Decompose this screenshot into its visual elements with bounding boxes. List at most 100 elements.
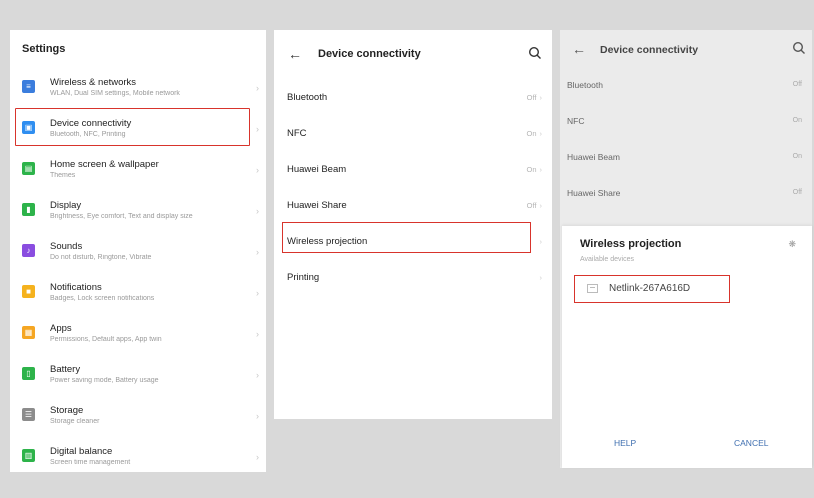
chevron-right-icon: › [256,329,259,339]
settings-item-apps[interactable]: ▦ Apps Permissions, Default apps, App twin… [10,314,266,355]
chevron-right-icon: › [256,288,259,298]
dimmed-item-label: NFC [567,116,585,126]
connectivity-item-status: On › [526,152,542,188]
dimmed-item-status: Off [792,81,802,88]
device-name: Netlink-267A616D [609,283,691,294]
settings-item-display[interactable]: ▮ Display Brightness, Eye comfort, Text an… [10,191,266,232]
connectivity-item-status: › [537,260,543,296]
settings-item-subtitle: Permissions, Default apps, App twin [50,336,162,343]
settings-item-notifications[interactable]: ■ Notifications Badges, Lock screen notifi… [10,273,266,314]
connectivity-item-label: NFC [287,128,307,139]
dimmed-item-huawei-beam: Huawei Beam On [560,142,812,178]
connectivity-item-label: Bluetooth [287,92,328,103]
storage-icon: ☰ [22,408,35,421]
settings-item-subtitle: Power saving mode, Battery usage [50,377,159,384]
settings-item-digital-balance[interactable]: ▥ Digital balance Screen time management › [10,437,266,472]
connectivity-item-nfc[interactable]: NFC On › [274,116,552,152]
chevron-right-icon: › [256,452,259,462]
settings-item-title: Sounds [50,241,83,252]
settings-item-sounds[interactable]: ♪ Sounds Do not disturb, Ringtone, Vibrate… [10,232,266,273]
settings-item-subtitle: Storage cleaner [50,418,100,425]
chevron-right-icon: › [539,93,543,102]
settings-item-title: Notifications [50,282,102,293]
chevron-right-icon: › [256,124,259,134]
display-icon: ▮ [22,203,35,216]
search-icon[interactable] [792,41,806,55]
device-connectivity-screen: ← Device connectivity Bluetooth Off › NFC On… [274,30,552,419]
settings-item-title: Display [50,200,82,211]
chevron-right-icon: › [256,411,259,421]
connectivity-item-label: Huawei Beam [287,164,347,175]
header: ← Device connectivity [560,30,812,70]
wifi-icon: ≡ [22,80,35,93]
connectivity-item-status: Off › [527,80,542,116]
page-title: Device connectivity [318,48,421,60]
connectivity-item-printing[interactable]: Printing › [274,260,552,296]
digital-balance-icon: ▥ [22,449,35,462]
sound-icon: ♪ [22,244,35,257]
dimmed-item-status: Off [792,189,802,196]
status-text: On [526,165,537,174]
settings-item-title: Storage [50,405,84,416]
connectivity-item-status: › [537,224,543,260]
settings-item-title: Battery [50,364,81,375]
chevron-right-icon: › [256,370,259,380]
settings-item-title: Home screen & wallpaper [50,159,159,170]
back-arrow-icon[interactable]: ← [288,46,302,62]
dimmed-item-nfc: NFC On [560,106,812,142]
help-button[interactable]: HELP [614,438,636,448]
chevron-right-icon: › [539,165,543,174]
settings-item-title: Apps [50,323,72,334]
notifications-icon: ■ [22,285,35,298]
header: ← Device connectivity [274,30,552,80]
dimmed-item-bluetooth: Bluetooth Off [560,70,812,106]
connectivity-list: Bluetooth Off › NFC On › Huawei Beam On › Huawei … [274,80,552,296]
dimmed-item-label: Huawei Share [567,188,621,198]
page-title: Device connectivity [600,44,699,56]
status-text: On [526,129,537,138]
status-text: Off [526,201,537,210]
tv-icon [587,284,598,293]
connectivity-item-label: Printing [287,272,320,283]
battery-icon: ▯ [22,367,35,380]
dimmed-item-label: Huawei Beam [567,152,620,162]
apps-icon: ▦ [22,326,35,339]
chevron-right-icon: › [539,273,543,282]
home-screen-icon: ▤ [22,162,35,175]
chevron-right-icon: › [256,206,259,216]
settings-item-subtitle: Badges, Lock screen notifications [50,295,155,302]
settings-item-title: Digital balance [50,446,113,457]
device-item[interactable]: Netlink-267A616D [574,275,730,303]
settings-item-storage[interactable]: ☰ Storage Storage cleaner › [10,396,266,437]
status-text: Off [526,93,537,102]
settings-item-wireless-networks[interactable]: ≡ Wireless & networks WLAN, Dual SIM setti… [10,68,266,109]
chevron-right-icon: › [539,129,543,138]
back-arrow-icon[interactable]: ← [572,41,586,57]
chevron-right-icon: › [256,247,259,257]
connectivity-item-huawei-share[interactable]: Huawei Share Off › [274,188,552,224]
dimmed-item-status: On [792,117,802,124]
settings-item-battery[interactable]: ▯ Battery Power saving mode, Battery usage… [10,355,266,396]
chevron-right-icon: › [539,201,543,210]
cancel-button[interactable]: CANCEL [734,438,768,448]
search-icon[interactable] [528,46,542,60]
dialog-title: Wireless projection [580,238,682,250]
connectivity-item-status: Off › [527,188,542,224]
connectivity-item-label: Huawei Share [287,200,347,211]
highlight-wireless-projection [282,222,531,253]
settings-item-subtitle: Screen time management [50,459,131,466]
highlight-device-connectivity [15,108,250,146]
connectivity-item-bluetooth[interactable]: Bluetooth Off › [274,80,552,116]
dialog-subtitle: Available devices [580,256,634,263]
settings-item-subtitle: WLAN, Dual SIM settings, Mobile network [50,90,180,97]
wireless-projection-dialog: Wireless projection Available devices ❋ … [562,226,812,468]
dimmed-connectivity-list: Bluetooth Off NFC On Huawei Beam On Huawei Sha… [560,70,812,214]
chevron-right-icon: › [256,83,259,93]
settings-item-home-screen-wallpaper[interactable]: ▤ Home screen & wallpaper Themes › [10,150,266,191]
settings-title: Settings [22,43,66,55]
dimmed-item-huawei-share: Huawei Share Off [560,178,812,214]
settings-item-subtitle: Do not disturb, Ringtone, Vibrate [50,254,152,261]
connectivity-item-huawei-beam[interactable]: Huawei Beam On › [274,152,552,188]
chevron-right-icon: › [256,165,259,175]
settings-screen: Settings ≡ Wireless & networks WLAN, Dual … [10,30,266,472]
